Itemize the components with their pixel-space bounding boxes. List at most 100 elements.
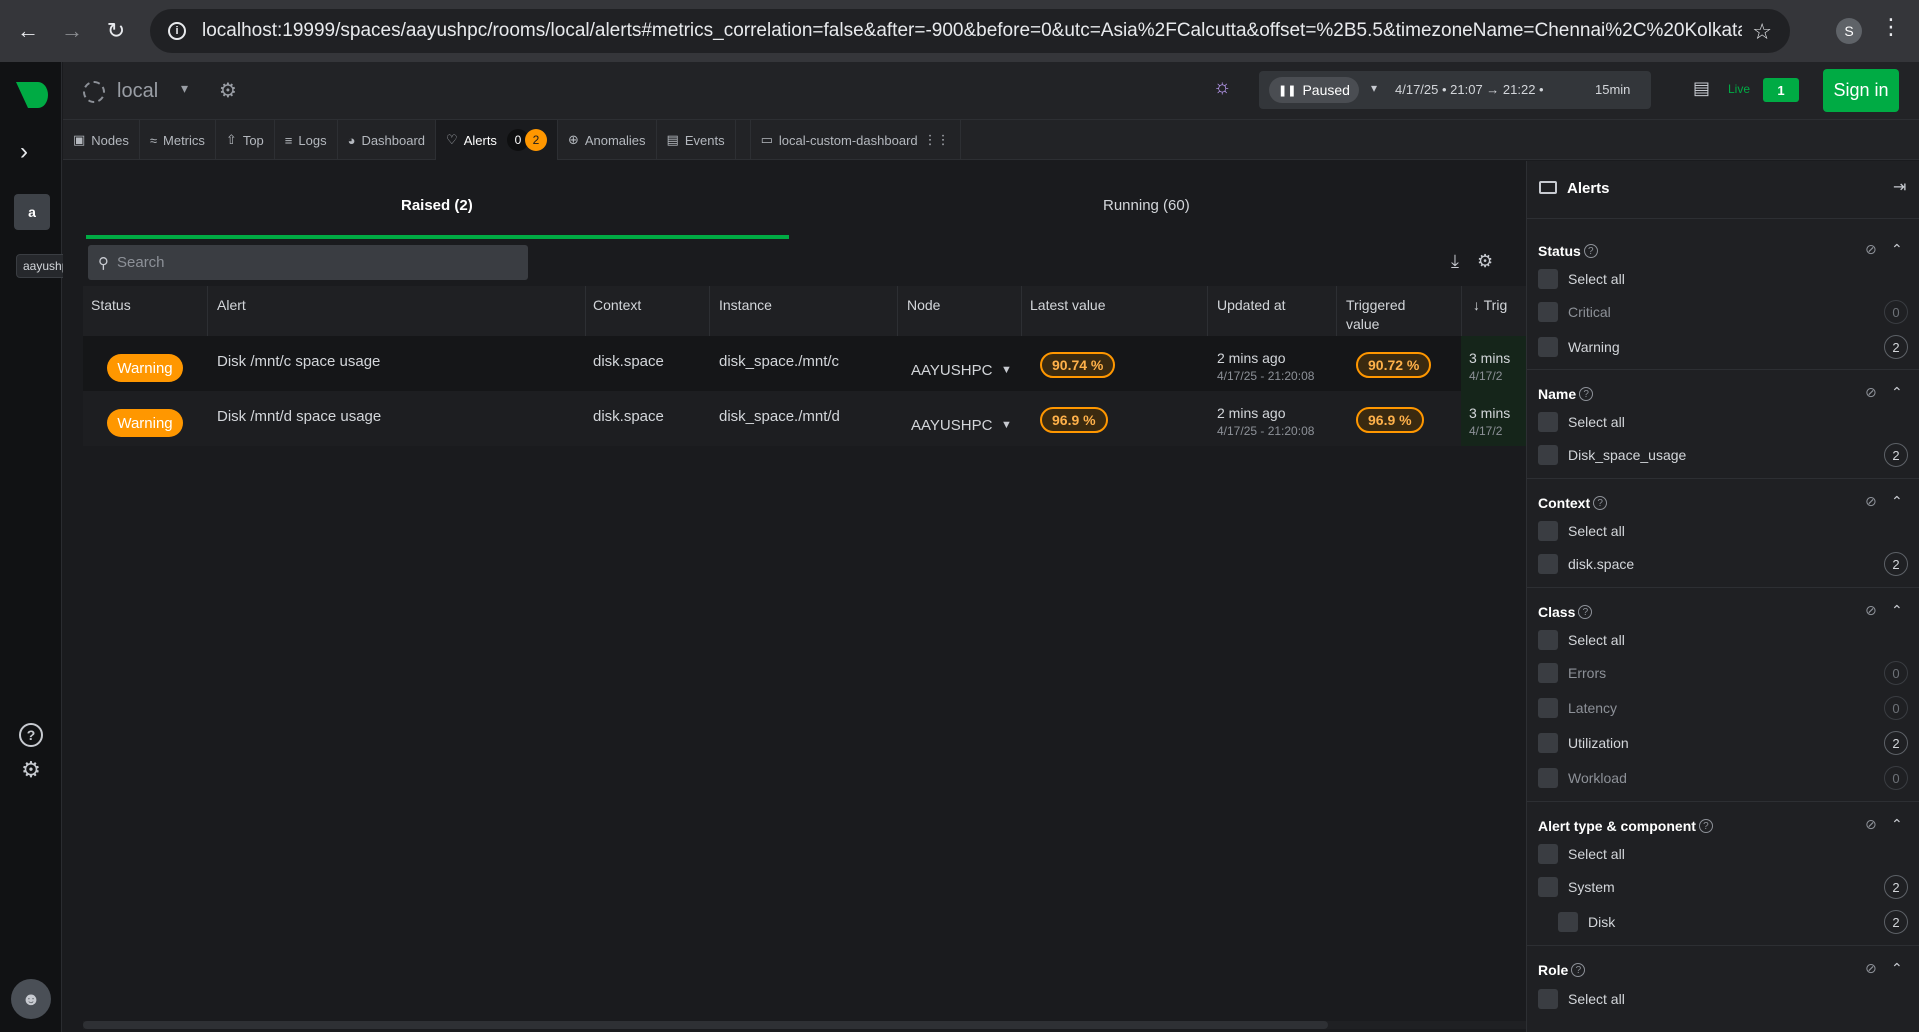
filter-option-select-all[interactable]: Select all xyxy=(1538,628,1908,652)
tab-top[interactable]: ⇧ Top xyxy=(216,120,275,160)
table-settings-icon[interactable]: ⚙ xyxy=(1477,251,1493,272)
horizontal-scrollbar[interactable] xyxy=(83,1021,1526,1029)
filter-option-select-all[interactable]: Select all xyxy=(1538,267,1908,291)
clear-filter-icon[interactable]: ⊘ xyxy=(1865,816,1877,833)
checkbox[interactable] xyxy=(1538,630,1558,650)
col-node[interactable]: Node xyxy=(907,296,940,315)
time-chevron-down-icon[interactable]: ▾ xyxy=(1371,81,1377,95)
filter-option-select-all[interactable]: Select all xyxy=(1538,410,1908,434)
checkbox[interactable] xyxy=(1538,412,1558,432)
clear-filter-icon[interactable]: ⊘ xyxy=(1865,241,1877,258)
help-icon[interactable]: ? xyxy=(1583,244,1598,258)
checkbox[interactable] xyxy=(1538,302,1558,322)
tab-running[interactable]: Running (60) xyxy=(1103,197,1190,214)
filter-section-role[interactable]: Role? xyxy=(1538,962,1586,978)
col-instance[interactable]: Instance xyxy=(719,296,772,315)
tab-events[interactable]: ▤ Events xyxy=(657,120,736,160)
checkbox[interactable] xyxy=(1538,698,1558,718)
expand-rail-icon[interactable]: › xyxy=(20,138,28,166)
checkbox[interactable] xyxy=(1538,554,1558,574)
netdata-logo-icon[interactable] xyxy=(14,80,50,110)
download-icon[interactable]: ⤓ xyxy=(1451,251,1459,272)
node-chevron-down-icon[interactable]: ▼ xyxy=(1001,364,1012,376)
tab-dashboard[interactable]: ◕ Dashboard xyxy=(338,120,437,160)
checkbox[interactable] xyxy=(1538,989,1558,1009)
alert-name[interactable]: Disk /mnt/c space usage xyxy=(217,353,380,370)
scrollbar-thumb[interactable] xyxy=(83,1021,1328,1029)
site-info-icon[interactable]: i xyxy=(168,22,186,40)
node-chevron-down-icon[interactable]: ▼ xyxy=(1001,419,1012,431)
tab-local-custom-dashboard[interactable]: ▭ local-custom-dashboard ⋮⋮ xyxy=(749,120,961,160)
filter-option-utilization[interactable]: Utilization 2 xyxy=(1538,731,1908,755)
checkbox[interactable] xyxy=(1538,877,1558,897)
checkbox[interactable] xyxy=(1538,521,1558,541)
table-row[interactable]: Warning Disk /mnt/d space usage disk.spa… xyxy=(83,391,1526,446)
help-icon[interactable]: ? xyxy=(1578,605,1593,619)
help-icon[interactable]: ? xyxy=(19,723,43,747)
filter-option-warning[interactable]: Warning 2 xyxy=(1538,335,1908,359)
table-row[interactable]: Warning Disk /mnt/c space usage disk.spa… xyxy=(83,336,1526,391)
back-icon[interactable]: ← xyxy=(8,11,48,51)
settings-gear-icon[interactable]: ⚙ xyxy=(19,757,43,782)
search-input[interactable]: ⚲ Search xyxy=(88,245,528,280)
filter-option-critical[interactable]: Critical 0 xyxy=(1538,300,1908,324)
space-avatar[interactable]: a xyxy=(14,194,50,230)
help-icon[interactable]: ? xyxy=(1698,819,1713,833)
checkbox[interactable] xyxy=(1538,337,1558,357)
filter-option-disk-space[interactable]: disk.space 2 xyxy=(1538,552,1908,576)
chevron-up-icon[interactable]: ⌃ xyxy=(1891,241,1903,258)
filter-section-status[interactable]: Status? xyxy=(1538,243,1598,259)
col-latest-value[interactable]: Latest value xyxy=(1030,296,1106,315)
filter-option-disk[interactable]: Disk 2 xyxy=(1558,910,1908,934)
clear-filter-icon[interactable]: ⊘ xyxy=(1865,960,1877,977)
time-picker[interactable]: ❚❚ Paused ▾ 4/17/25 • 21:07 → 21:22 • 15… xyxy=(1259,71,1651,109)
filter-option-select-all[interactable]: Select all xyxy=(1538,987,1908,1011)
col-triggered-at[interactable]: ↓ Trig xyxy=(1473,296,1507,315)
col-triggered-value[interactable]: Triggered value xyxy=(1346,296,1405,334)
clear-filter-icon[interactable]: ⊘ xyxy=(1865,384,1877,401)
tab-raised[interactable]: Raised (2) xyxy=(401,197,473,214)
checkbox[interactable] xyxy=(1538,445,1558,465)
reload-icon[interactable]: ↻ xyxy=(96,11,136,51)
server-icon[interactable]: ▤ xyxy=(1693,78,1715,100)
help-icon[interactable]: ? xyxy=(1571,963,1586,977)
profile-avatar[interactable]: S xyxy=(1836,18,1862,44)
col-alert[interactable]: Alert xyxy=(217,296,246,315)
chevron-up-icon[interactable]: ⌃ xyxy=(1891,816,1903,833)
tab-logs[interactable]: ≡ Logs xyxy=(275,120,338,160)
col-updated-at[interactable]: Updated at xyxy=(1217,296,1286,315)
tab-metrics[interactable]: ≈ Metrics xyxy=(140,120,216,160)
live-count-badge[interactable]: 1 xyxy=(1763,78,1799,102)
filter-option-select-all[interactable]: Select all xyxy=(1538,842,1908,866)
filter-section-alert-type[interactable]: Alert type & component? xyxy=(1538,818,1713,834)
alert-node[interactable]: AAYUSHPC xyxy=(911,417,992,434)
chevron-up-icon[interactable]: ⌃ xyxy=(1891,960,1903,977)
tab-anomalies[interactable]: ⊕ Anomalies xyxy=(558,120,657,160)
filter-option-system[interactable]: System 2 xyxy=(1538,875,1908,899)
chevron-up-icon[interactable]: ⌃ xyxy=(1891,602,1903,619)
checkbox[interactable] xyxy=(1538,269,1558,289)
pause-button[interactable]: ❚❚ Paused xyxy=(1269,77,1359,103)
drag-handle-icon[interactable]: ⋮⋮ xyxy=(924,132,950,148)
browser-menu-icon[interactable]: ⋮ xyxy=(1880,14,1902,40)
filter-section-name[interactable]: Name? xyxy=(1538,386,1594,402)
help-icon[interactable]: ? xyxy=(1593,496,1608,510)
collapse-panel-icon[interactable]: ⇥ xyxy=(1893,177,1906,197)
filter-section-context[interactable]: Context? xyxy=(1538,495,1608,511)
sign-in-button[interactable]: Sign in xyxy=(1823,69,1899,112)
bookmark-star-icon[interactable]: ☆ xyxy=(1752,19,1772,45)
checkbox[interactable] xyxy=(1538,663,1558,683)
checkbox[interactable] xyxy=(1538,844,1558,864)
user-avatar[interactable]: ☻ xyxy=(11,979,51,1019)
filter-option-workload[interactable]: Workload 0 xyxy=(1538,766,1908,790)
address-bar[interactable]: i localhost:19999/spaces/aayushpc/rooms/… xyxy=(150,9,1790,53)
forward-icon[interactable]: → xyxy=(52,11,92,51)
room-name[interactable]: local xyxy=(117,80,158,103)
chevron-up-icon[interactable]: ⌃ xyxy=(1891,384,1903,401)
room-chevron-down-icon[interactable]: ▾ xyxy=(181,80,188,97)
filter-option-errors[interactable]: Errors 0 xyxy=(1538,661,1908,685)
filter-option-select-all[interactable]: Select all xyxy=(1538,519,1908,543)
filter-section-class[interactable]: Class? xyxy=(1538,604,1593,620)
tab-nodes[interactable]: ▣ Nodes xyxy=(63,120,140,160)
lightbulb-icon[interactable]: ☼ xyxy=(1213,76,1231,99)
